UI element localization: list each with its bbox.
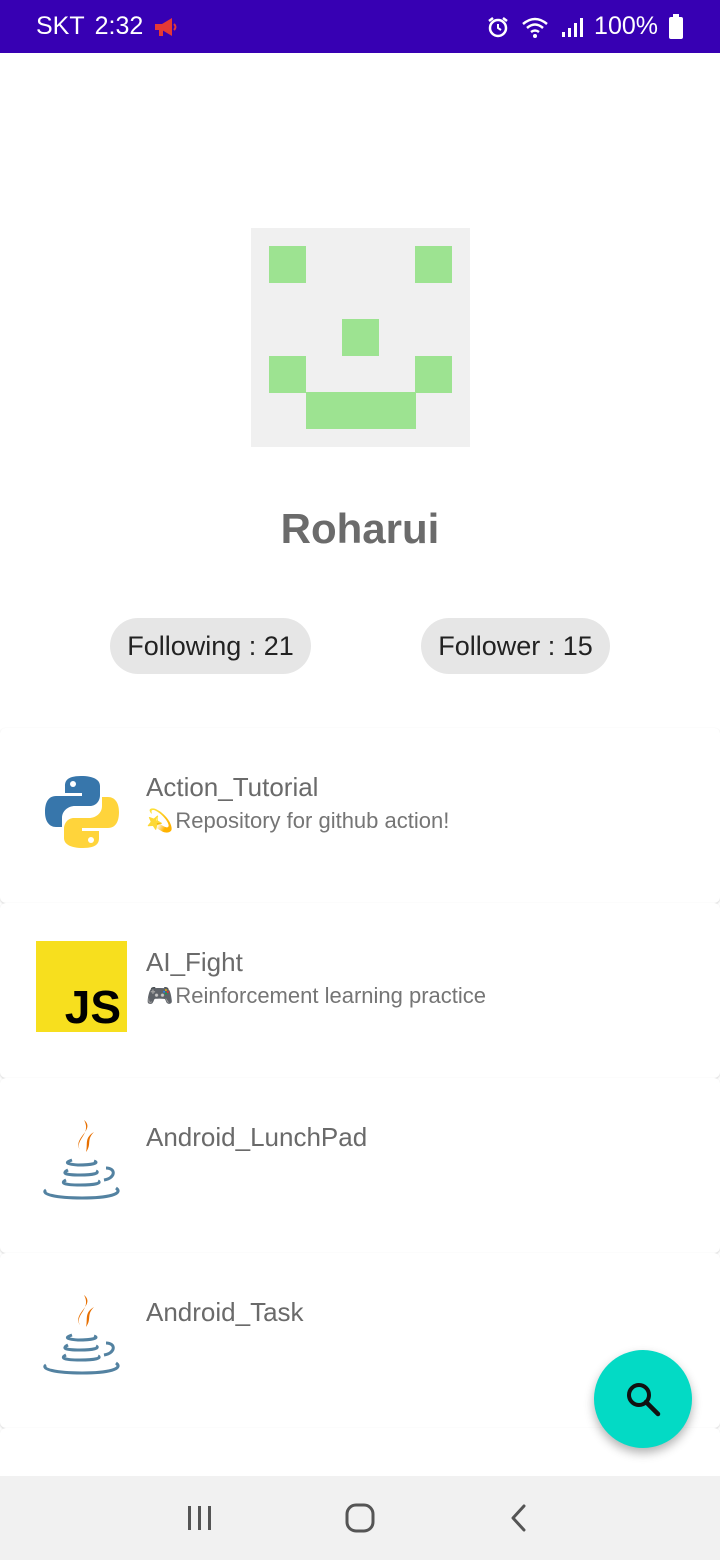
python-icon xyxy=(36,766,127,857)
carrier-label: SKT xyxy=(36,12,85,40)
game-controller-emoji: 🎮 xyxy=(146,983,174,1008)
home-button[interactable] xyxy=(330,1488,390,1548)
back-icon xyxy=(511,1504,526,1532)
java-icon xyxy=(36,1116,127,1207)
home-icon xyxy=(345,1503,375,1533)
repo-item[interactable]: Action_Tutorial 💫Repository for github a… xyxy=(0,728,720,903)
repo-name: Android_LunchPad xyxy=(146,1122,368,1152)
navigation-bar xyxy=(0,1476,720,1560)
status-left: SKT 2:32 xyxy=(36,12,179,41)
signal-icon xyxy=(560,15,584,39)
search-fab-button[interactable] xyxy=(594,1350,692,1448)
repo-name: Android_Task xyxy=(146,1297,304,1327)
search-icon xyxy=(627,1383,661,1417)
recent-apps-button[interactable] xyxy=(170,1488,230,1548)
repo-item[interactable]: Android_LunchPad xyxy=(0,1078,720,1253)
repo-item[interactable]: JS AI_Fight 🎮Reinforcement learning prac… xyxy=(0,903,720,1078)
megaphone-icon xyxy=(153,15,179,39)
screen: SKT 2:32 100% Roharui Following: 21 Fol… xyxy=(0,0,720,1560)
repo-description-text: Repository for github action! xyxy=(175,808,450,833)
wifi-icon xyxy=(520,15,550,39)
alarm-icon xyxy=(486,15,510,39)
repo-description: 💫Repository for github action! xyxy=(146,808,449,834)
follower-count-button[interactable]: Follower : 15 xyxy=(421,618,610,674)
status-bar: SKT 2:32 100% xyxy=(0,0,720,53)
javascript-icon: JS xyxy=(36,941,127,1032)
recent-apps-icon xyxy=(188,1506,211,1530)
status-right: 100% xyxy=(486,12,684,41)
repo-name: AI_Fight xyxy=(146,947,243,977)
battery-icon xyxy=(668,13,684,40)
repo-description: 🎮Reinforcement learning practice xyxy=(146,983,486,1009)
repo-description-text: Reinforcement learning practice xyxy=(175,983,487,1008)
username: Roharui xyxy=(280,505,440,552)
back-button[interactable] xyxy=(490,1488,550,1548)
dizzy-emoji: 💫 xyxy=(146,808,174,833)
time-label: 2:32 xyxy=(94,12,144,40)
repo-name: Action_Tutorial xyxy=(146,772,319,802)
battery-label: 100% xyxy=(594,12,658,40)
avatar xyxy=(251,228,470,447)
java-icon xyxy=(36,1291,127,1382)
js-logo-text: JS xyxy=(64,981,121,1033)
following-count-button[interactable]: Following : 21 xyxy=(110,618,311,674)
